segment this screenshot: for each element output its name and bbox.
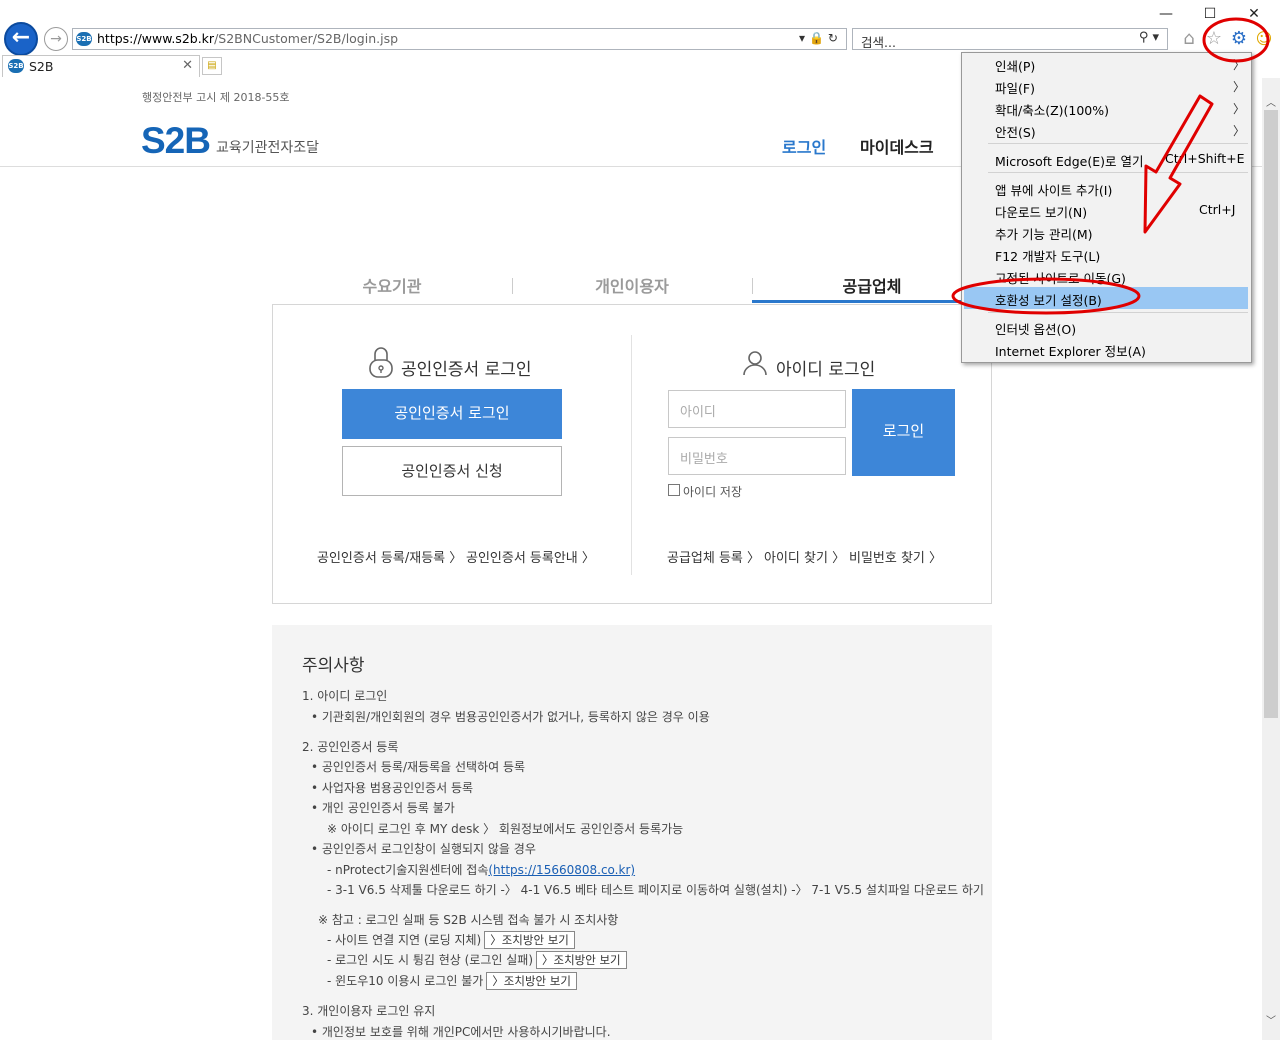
action-view-button[interactable]: 〉조치방안 보기 <box>484 931 575 949</box>
address-url[interactable]: https://www.s2b.kr/S2BNCustomer/S2B/logi… <box>97 31 398 46</box>
nav-mydesk-link[interactable]: 마이데스크 <box>860 134 934 158</box>
minimize-icon[interactable]: — <box>1153 4 1179 24</box>
active-tab-underline <box>752 300 992 303</box>
menu-separator <box>988 312 1248 313</box>
scroll-up-icon[interactable]: ︿ <box>1264 94 1278 109</box>
notice-line: • 개인 공인인증서 등록 불가 <box>311 801 455 815</box>
cert-login-title: 공인인증서 로그인 <box>401 360 532 380</box>
notice-line: • 공인인증서 로그인창이 실행되지 않을 경우 <box>311 842 536 856</box>
close-icon[interactable]: ✕ <box>1241 4 1267 24</box>
notice-text: - 로그인 시도 시 튕김 현상 (로그인 실패) <box>327 953 533 967</box>
notice-heading: 3. 개인이용자 로그인 유지 <box>302 1004 436 1018</box>
find-password-link[interactable]: 비밀번호 찾기 〉 <box>849 547 942 566</box>
action-view-button[interactable]: 〉조치방안 보기 <box>536 951 627 969</box>
new-tab-icon[interactable]: ▤ <box>202 57 222 75</box>
submenu-arrow-icon: 〉 <box>1233 58 1246 72</box>
browser-tab[interactable]: S2B S2B ✕ <box>2 55 200 77</box>
site-favicon: S2B <box>76 32 92 46</box>
notice-title: 주의사항 <box>302 656 365 676</box>
notice-line: - 사이트 연결 지연 (로딩 지체) 〉조치방안 보기 <box>327 931 575 949</box>
favorites-star-icon[interactable]: ☆ <box>1203 28 1225 50</box>
menu-separator <box>988 143 1248 144</box>
address-host: https://www.s2b.kr <box>97 31 215 46</box>
id-login-button[interactable]: 로그인 <box>852 389 955 476</box>
tab-favicon: S2B <box>8 59 24 73</box>
logo-mark[interactable]: S2B <box>141 120 211 162</box>
maximize-icon[interactable]: ☐ <box>1197 4 1223 24</box>
address-tools[interactable]: ▾🔒↻ <box>799 31 842 45</box>
notice-line: - nProtect기술지원센터에 접속(https://15660808.co… <box>327 861 635 878</box>
search-box[interactable]: 검색... ⚲ ▾ <box>852 28 1168 50</box>
cert-apply-button[interactable]: 공인인증서 신청 <box>342 446 562 496</box>
notice-text: - 윈도우10 이용시 로그인 불가 <box>327 974 484 988</box>
menu-item-zoom[interactable]: 확대/축소(Z)(100%) <box>995 100 1109 119</box>
address-path: /S2BNCustomer/S2B/login.jsp <box>214 31 399 46</box>
notice-line: ※ 참고 : 로그인 실패 등 S2B 시스템 접속 불가 시 조치사항 <box>318 913 619 927</box>
nprotect-support-link[interactable]: (https://15660808.co.kr) <box>488 863 635 877</box>
lock-icon <box>369 347 393 378</box>
save-id-label: 아이디 저장 <box>683 485 743 499</box>
cert-guide-link[interactable]: 공인인증서 등록안내 〉 <box>466 547 595 566</box>
menu-item-safety[interactable]: 안전(S) <box>995 122 1036 141</box>
cert-login-button[interactable]: 공인인증서 로그인 <box>342 389 562 439</box>
menu-item-pinned-sites[interactable]: 고정된 사이트로 이동(G) <box>995 268 1126 287</box>
menu-item-downloads[interactable]: 다운로드 보기(N) <box>995 202 1087 221</box>
tab-individual-user[interactable]: 개인이용자 <box>512 273 752 297</box>
action-view-button[interactable]: 〉조치방안 보기 <box>486 972 577 990</box>
logo-text: 교육기관전자조달 <box>216 140 320 156</box>
tab-close-icon[interactable]: ✕ <box>182 58 193 73</box>
login-divider <box>631 335 632 575</box>
menu-item-internet-options[interactable]: 인터넷 옵션(O) <box>995 319 1076 338</box>
find-id-link[interactable]: 아이디 찾기 〉 <box>764 547 845 566</box>
notice-text: - nProtect기술지원센터에 접속 <box>327 863 489 877</box>
submenu-arrow-icon: 〉 <box>1233 80 1246 94</box>
notice-line: - 윈도우10 이용시 로그인 불가 〉조치방안 보기 <box>327 972 577 990</box>
notice-line: • 기관회원/개인회원의 경우 범용공인인증서가 없거나, 등록하지 않은 경우… <box>311 710 710 724</box>
scrollbar-thumb[interactable] <box>1264 110 1278 718</box>
tab-demand-org[interactable]: 수요기관 <box>272 273 512 297</box>
menu-item-print[interactable]: 인쇄(P) <box>995 56 1035 75</box>
gear-icon[interactable]: ⚙ <box>1228 28 1250 50</box>
notice-text: - 사이트 연결 지연 (로딩 지체) <box>327 933 482 947</box>
submenu-arrow-icon: 〉 <box>1233 124 1246 138</box>
smiley-icon[interactable]: ☺ <box>1253 28 1275 50</box>
menu-item-devtools[interactable]: F12 개발자 도구(L) <box>995 246 1100 265</box>
menu-item-open-edge[interactable]: Microsoft Edge(E)로 열기 <box>995 151 1143 170</box>
notice-heading: 2. 공인인증서 등록 <box>302 740 399 754</box>
supplier-register-link[interactable]: 공급업체 등록 〉 <box>667 547 760 566</box>
notice-line: • 개인정보 보호를 위해 개인PC에서만 사용하시기바랍니다. <box>311 1025 611 1039</box>
search-icon[interactable]: ⚲ ▾ <box>1139 30 1159 45</box>
menu-accelerator: Ctrl+Shift+E <box>1165 151 1245 166</box>
address-bar[interactable]: S2B https://www.s2b.kr/S2BNCustomer/S2B/… <box>72 28 847 50</box>
nav-login-link[interactable]: 로그인 <box>782 134 826 158</box>
search-input[interactable]: 검색... <box>861 32 896 51</box>
tab-title: S2B <box>29 59 54 74</box>
notice-line: • 사업자용 범용공인인증서 등록 <box>311 781 474 795</box>
forward-icon[interactable]: → <box>44 27 68 51</box>
save-id-checkbox[interactable] <box>668 484 680 496</box>
menu-item-addons[interactable]: 추가 기능 관리(M) <box>995 224 1093 243</box>
menu-accelerator: Ctrl+J <box>1199 202 1236 217</box>
scroll-down-icon[interactable]: ﹀ <box>1264 1012 1278 1027</box>
menu-item-file[interactable]: 파일(F) <box>995 78 1035 97</box>
cert-register-link[interactable]: 공인인증서 등록/재등록 〉 <box>317 547 462 566</box>
id-login-title: 아이디 로그인 <box>776 360 876 380</box>
password-input[interactable]: 비밀번호 <box>668 437 846 475</box>
home-icon[interactable]: ⌂ <box>1178 28 1200 50</box>
notice-line: • 공인인증서 등록/재등록을 선택하여 등록 <box>311 760 526 774</box>
tab-supplier[interactable]: 공급업체 <box>752 273 992 297</box>
menu-item-about-ie[interactable]: Internet Explorer 정보(A) <box>995 341 1146 360</box>
notice-heading: 1. 아이디 로그인 <box>302 689 388 703</box>
notice-line: ※ 아이디 로그인 후 MY desk 〉 회원정보에서도 공인인증서 등록가능 <box>327 822 684 836</box>
notice-line: - 로그인 시도 시 튕김 현상 (로그인 실패) 〉조치방안 보기 <box>327 951 627 969</box>
person-icon <box>743 351 767 376</box>
gov-notice: 행정안전부 고시 제 2018-55호 <box>142 91 290 104</box>
submenu-arrow-icon: 〉 <box>1233 102 1246 116</box>
menu-item-add-app-view[interactable]: 앱 뷰에 사이트 추가(I) <box>995 180 1112 199</box>
menu-item-compat-view[interactable]: 호환성 보기 설정(B) <box>995 290 1102 309</box>
notice-line: - 3-1 V6.5 삭제툴 다운로드 하기 -〉 4-1 V6.5 베타 테스… <box>327 883 984 897</box>
menu-separator <box>988 172 1248 173</box>
id-input[interactable]: 아이디 <box>668 390 846 428</box>
back-icon[interactable]: ← <box>4 22 38 56</box>
